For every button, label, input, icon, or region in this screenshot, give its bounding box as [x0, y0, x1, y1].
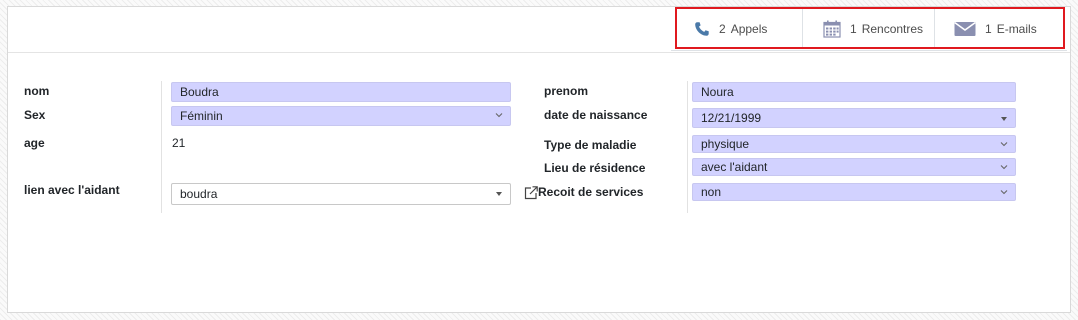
lieu-residence-label: Lieu de résidence	[544, 161, 646, 175]
type-maladie-value: physique	[701, 137, 750, 151]
lieu-residence-value: avec l'aidant	[701, 160, 768, 174]
meetings-count: 1	[850, 22, 857, 36]
type-maladie-select[interactable]: physique	[692, 135, 1016, 153]
external-link-icon[interactable]	[523, 185, 539, 204]
phone-icon	[694, 21, 710, 37]
recoit-services-value: non	[701, 185, 722, 199]
age-value: 21	[172, 136, 186, 150]
caret-down-icon	[1001, 117, 1007, 121]
sex-value: Féminin	[180, 109, 223, 123]
sex-label: Sex	[24, 108, 46, 122]
emails-label: E-mails	[996, 22, 1037, 36]
type-maladie-label: Type de maladie	[544, 138, 637, 152]
date-naissance-value: 12/21/1999	[701, 111, 762, 125]
calendar-icon	[823, 20, 841, 38]
sex-select[interactable]: Féminin	[171, 106, 511, 126]
calls-label: Appels	[730, 22, 768, 36]
calls-button[interactable]: 2 Appels	[671, 9, 803, 49]
prenom-value: Noura	[701, 85, 734, 99]
header-divider	[8, 52, 1070, 53]
smart-button-box: 2 Appels 1 Rencontres 1 E-mails	[671, 7, 1067, 51]
meetings-button[interactable]: 1 Rencontres	[803, 9, 935, 49]
chevron-down-icon	[495, 113, 503, 118]
lieu-residence-select[interactable]: avec l'aidant	[692, 158, 1016, 176]
recoit-services-label: Recoit de services	[538, 185, 644, 199]
nom-label: nom	[24, 84, 50, 98]
nom-value: Boudra	[180, 85, 219, 99]
caret-down-icon	[496, 192, 502, 196]
meetings-label: Rencontres	[861, 22, 924, 36]
age-label: age	[24, 136, 45, 150]
form-sheet: 2 Appels 1 Rencontres 1 E-mails nom Boud…	[7, 6, 1071, 313]
nom-input[interactable]: Boudra	[171, 82, 511, 102]
emails-button[interactable]: 1 E-mails	[935, 9, 1067, 49]
lien-select[interactable]: boudra	[171, 183, 511, 205]
emails-count: 1	[985, 22, 992, 36]
chevron-down-icon	[1000, 142, 1008, 147]
recoit-services-select[interactable]: non	[692, 183, 1016, 201]
prenom-input[interactable]: Noura	[692, 82, 1016, 102]
date-naissance-label: date de naissance	[544, 108, 648, 122]
date-naissance-input[interactable]: 12/21/1999	[692, 108, 1016, 128]
chevron-down-icon	[1000, 190, 1008, 195]
left-column-separator	[161, 81, 162, 213]
lien-value: boudra	[180, 187, 218, 201]
right-column-separator	[687, 81, 688, 213]
lien-label: lien avec l'aidant	[24, 183, 120, 197]
calls-count: 2	[719, 22, 726, 36]
prenom-label: prenom	[544, 84, 589, 98]
chevron-down-icon	[1000, 165, 1008, 170]
envelope-icon	[954, 21, 976, 37]
